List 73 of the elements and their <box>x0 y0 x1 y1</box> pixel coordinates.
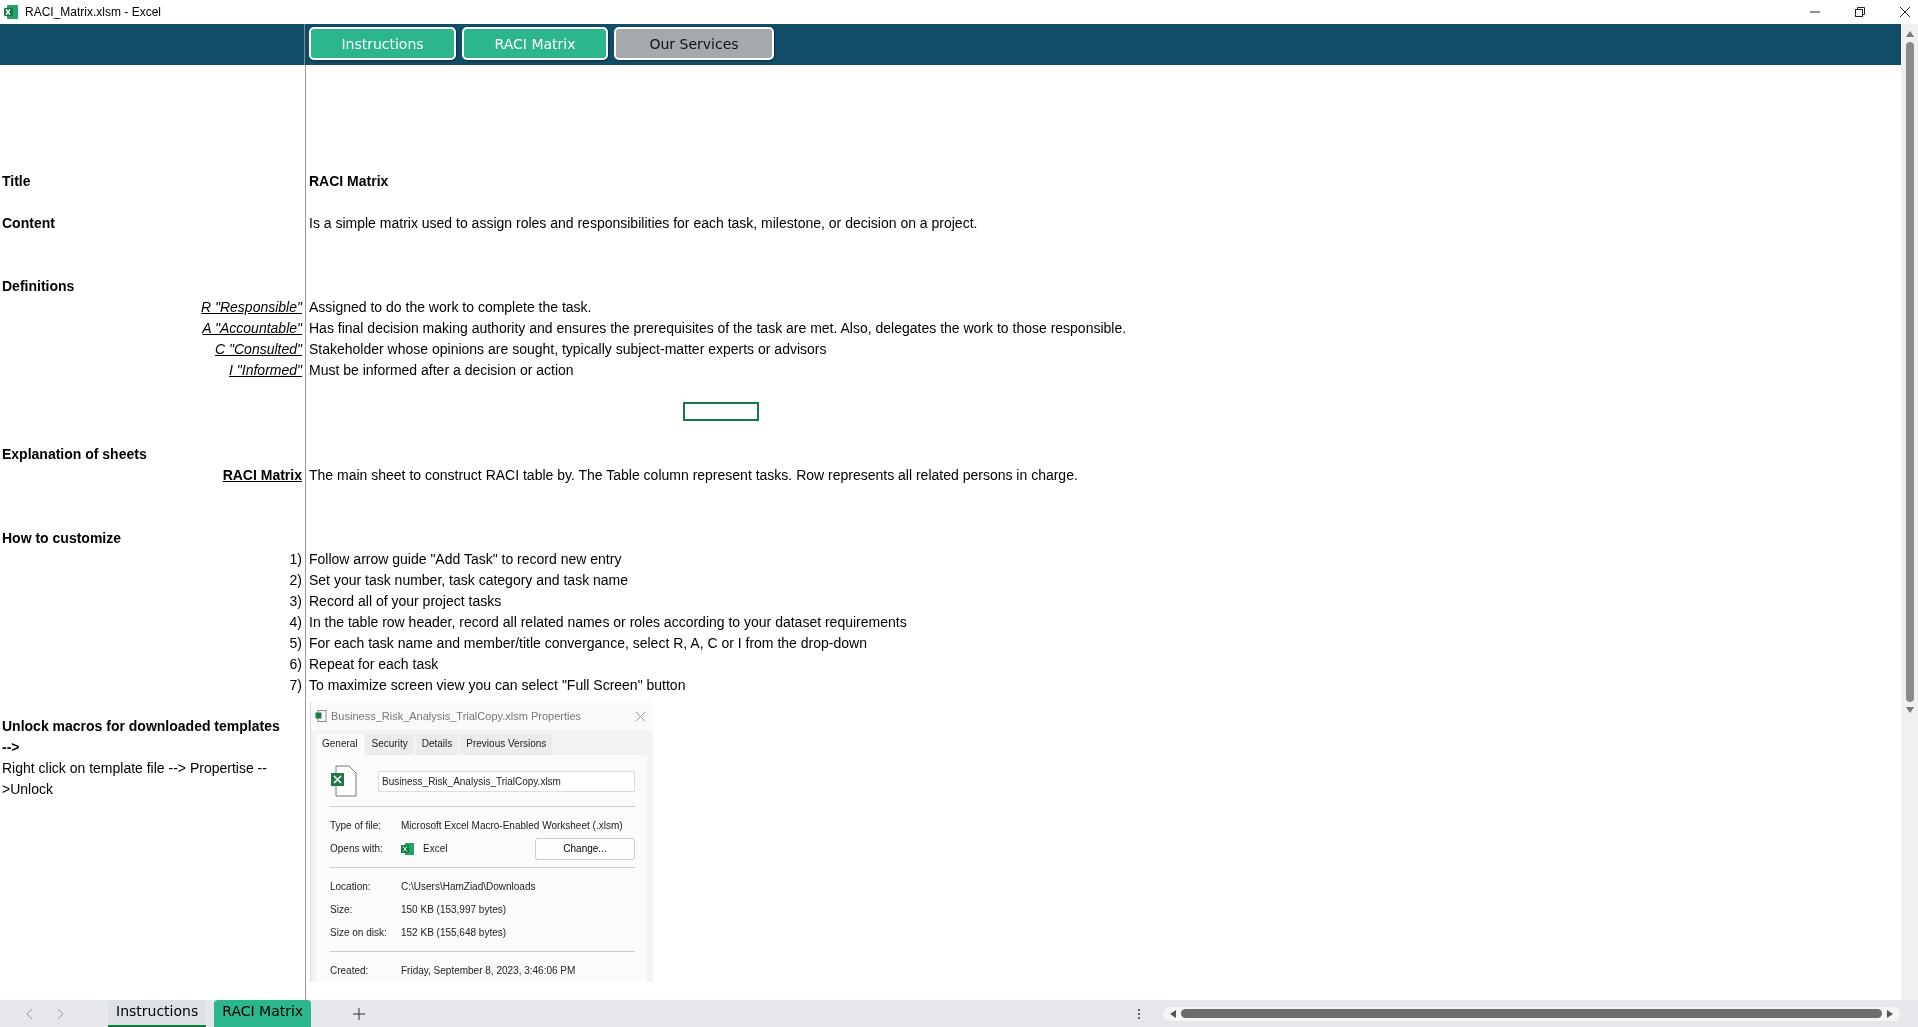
step-number: 7) <box>289 676 302 693</box>
add-sheet-icon[interactable] <box>353 1007 366 1020</box>
definition-term: I "Informed" <box>229 361 302 378</box>
property-value: Friday, September 8, 2023, 3:46:06 PM <box>401 965 576 976</box>
unlock-instructions: Right click on template file --> Propertise -->Unlock <box>2 759 268 799</box>
step-number: 2) <box>289 571 302 588</box>
selected-cell[interactable] <box>683 402 759 421</box>
scroll-up-icon[interactable] <box>1904 30 1915 38</box>
property-label: Size on disk: <box>330 927 388 938</box>
dialog-tab[interactable]: Security <box>365 734 414 755</box>
close-icon[interactable] <box>1900 7 1910 17</box>
section-heading: Explanation of sheets <box>2 445 147 462</box>
sheet-description: The main sheet to construct RACI table by. The Table column represent tasks. Row represents all related persons in charge. <box>309 466 1078 483</box>
previous-sheet-icon[interactable] <box>26 1007 34 1020</box>
sheet-link[interactable]: RACI Matrix <box>222 466 302 483</box>
row-label: Title <box>2 172 31 189</box>
nav-button[interactable]: Our Services <box>614 27 774 60</box>
dialog-tab[interactable]: General <box>316 734 364 755</box>
property-value: C:\Users\HamZiad\Downloads <box>401 881 536 892</box>
scroll-right-icon[interactable] <box>1886 1008 1894 1019</box>
property-value: 150 KB (153,997 bytes) <box>401 904 507 915</box>
spreadsheet-file-icon <box>330 765 358 797</box>
property-label: Size: <box>330 904 354 915</box>
sheet-title: RACI Matrix <box>309 172 389 189</box>
property-label: Created: <box>330 965 370 976</box>
step-number: 5) <box>289 634 302 651</box>
more-options-icon[interactable] <box>1137 1007 1141 1020</box>
definition-term: A "Accountable" <box>202 319 302 336</box>
change-button[interactable]: Change... <box>535 837 635 860</box>
property-label: Location: <box>330 881 372 892</box>
step-text: Repeat for each task <box>309 655 439 672</box>
scroll-down-icon[interactable] <box>1904 706 1915 714</box>
window-title: RACI_Matrix.xlsm - Excel <box>25 5 161 19</box>
file-name-field[interactable]: Business_Risk_Analysis_TrialCopy.xlsm <box>378 770 635 792</box>
spreadsheet-app-icon <box>401 842 414 855</box>
section-heading: How to customize <box>2 529 121 546</box>
spreadsheet-app-icon <box>3 4 19 20</box>
step-text: To maximize screen view you can select "Full Screen" button <box>309 676 686 693</box>
definition-term: C "Consulted" <box>215 340 302 357</box>
file-icon <box>315 710 327 722</box>
step-number: 1) <box>289 550 302 567</box>
content-text: Is a simple matrix used to assign roles and responsibilities for each task, milestone, or decision on a project. <box>309 214 978 231</box>
definition-text: Assigned to do the work to complete the task. <box>309 298 592 315</box>
property-value: 152 KB (155,648 bytes) <box>401 927 507 938</box>
definition-text: Stakeholder whose opinions are sought, typically subject-matter experts or advisors <box>309 340 827 357</box>
vertical-scrollbar[interactable] <box>1901 24 1918 1000</box>
horizontal-scrollbar[interactable] <box>1163 1006 1900 1021</box>
step-number: 4) <box>289 613 302 630</box>
property-value: Microsoft Excel Macro-Enabled Worksheet (.xlsm) <box>401 820 623 831</box>
property-value: Excel <box>423 843 448 854</box>
restore-icon[interactable] <box>1855 7 1865 17</box>
dialog-title: Business_Risk_Analysis_TrialCopy.xlsm Properties <box>331 710 582 722</box>
step-text: In the table row header, record all related names or roles according to your dataset requirements <box>309 613 907 630</box>
step-text: Record all of your project tasks <box>309 592 502 609</box>
dialog-tab[interactable]: Details <box>415 734 459 755</box>
definition-text: Must be informed after a decision or action <box>309 361 574 378</box>
next-sheet-icon[interactable] <box>56 1007 64 1020</box>
step-number: 6) <box>289 655 302 672</box>
scroll-left-icon[interactable] <box>1169 1008 1177 1019</box>
sheet-tab[interactable]: RACI Matrix <box>214 1000 312 1027</box>
section-heading: Definitions <box>2 277 75 294</box>
definition-text: Has final decision making authority and ensures the prerequisites of the task are met. Also, delegates the work to those responsible. <box>309 319 1127 336</box>
step-number: 3) <box>289 592 302 609</box>
row-label: Content <box>2 214 55 231</box>
definition-term: R "Responsible" <box>201 298 302 315</box>
property-label: Opens with: <box>330 843 384 854</box>
step-text: For each task name and member/title convergance, select R, A, C or I from the drop-down <box>309 634 867 651</box>
section-heading: Unlock macros for downloaded templates --> <box>2 717 281 757</box>
dialog-tab[interactable]: Previous Versions <box>460 734 553 755</box>
property-label: Type of file: <box>330 820 383 831</box>
step-text: Set your task number, task category and task name <box>309 571 629 588</box>
step-text: Follow arrow guide "Add Task" to record new entry <box>309 550 622 567</box>
sheet-tab[interactable]: Instructions <box>108 1000 207 1027</box>
